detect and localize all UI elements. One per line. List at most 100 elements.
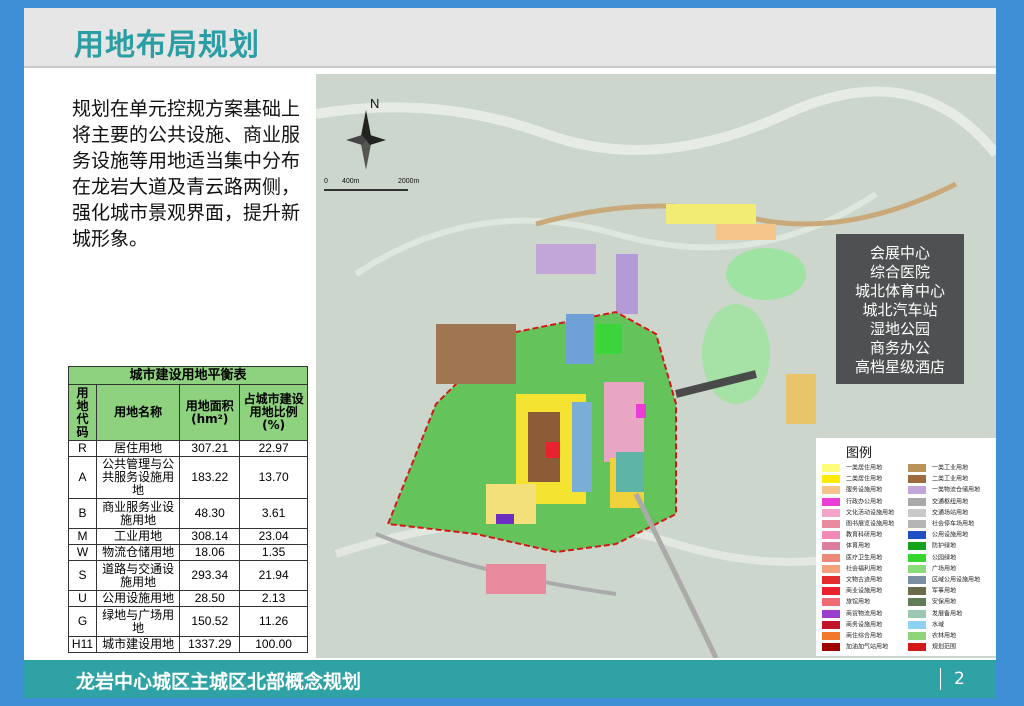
header-area: 用地面积(hm²) bbox=[179, 384, 241, 441]
legend-swatch bbox=[908, 632, 926, 640]
cell-area: 293.34 bbox=[179, 560, 241, 591]
cell-ratio: 11.26 bbox=[239, 606, 308, 637]
scale-label-0: 0 bbox=[324, 178, 328, 185]
cell-ratio: 21.94 bbox=[239, 560, 308, 591]
legend-swatch bbox=[822, 564, 840, 573]
callout-item: 会展中心 bbox=[869, 244, 930, 262]
cell-name: 物流仓储用地 bbox=[95, 544, 181, 561]
cell-code: A bbox=[68, 456, 97, 499]
legend-label: 广场用地 bbox=[932, 565, 957, 573]
legend-label: 一类居住用地 bbox=[846, 464, 883, 472]
legend-item: 社会停车场用地 bbox=[908, 520, 974, 532]
legend-swatch bbox=[822, 576, 840, 584]
cell-name: 绿地与广场用地 bbox=[95, 606, 181, 637]
legend-item: 防护绿地 bbox=[908, 542, 956, 554]
page-number: 2 bbox=[954, 669, 965, 689]
legend-item: 商贸物流用地 bbox=[822, 609, 883, 622]
legend-swatch bbox=[822, 609, 840, 618]
legend-label: 水域 bbox=[932, 621, 945, 629]
legend-item: 行政办公用地 bbox=[822, 497, 883, 510]
legend-swatch bbox=[908, 464, 926, 472]
legend-swatch bbox=[822, 464, 840, 472]
legend-item: 商业设施用地 bbox=[822, 587, 882, 599]
legend-swatch bbox=[822, 508, 840, 517]
legend-label: 军事用地 bbox=[932, 587, 957, 595]
page-title: 用地布局规划 bbox=[74, 28, 260, 63]
legend-swatch bbox=[822, 620, 840, 629]
legend-label: 文物古迹用地 bbox=[846, 576, 883, 584]
legend-swatch bbox=[822, 486, 840, 495]
cell-ratio: 2.13 bbox=[239, 590, 308, 607]
legend-swatch bbox=[908, 587, 926, 596]
map-legend: 图例 一类居住用地 二类居住用地 服务设施用地 行政办公用地 文化活动设施用地 图书展览设… bbox=[816, 438, 996, 656]
legend-swatch bbox=[908, 576, 926, 584]
cell-name: 公用设施用地 bbox=[95, 590, 181, 607]
cell-code: B bbox=[68, 498, 97, 529]
header-name: 用地名称 bbox=[95, 384, 181, 441]
table-row: M 工业用地 308.14 23.04 bbox=[68, 528, 308, 545]
legend-item: 二类居住用地 bbox=[822, 475, 882, 487]
legend-item: 公园绿地 bbox=[908, 553, 956, 566]
legend-swatch bbox=[822, 520, 840, 528]
legend-swatch bbox=[822, 542, 840, 551]
land-use-map: N 0 400m 2000m 会展中心 综合医院 城北体育中心 城北汽车站 湿地公园 商务… bbox=[316, 74, 996, 658]
callout-item: 综合医院 bbox=[869, 263, 930, 281]
legend-label: 社会停车场用地 bbox=[932, 520, 975, 528]
legend-item: 一类物流仓储用地 bbox=[908, 486, 980, 498]
legend-item: 教育科研用地 bbox=[822, 531, 882, 543]
legend-label: 社会福利用地 bbox=[846, 565, 883, 573]
legend-label: 交通枢纽用地 bbox=[932, 498, 969, 506]
cell-name: 工业用地 bbox=[95, 528, 181, 545]
slide: 用地布局规划 规划在单元控规方案基础上将主要的公共设施、商业服务设施等用地适当集… bbox=[24, 8, 996, 698]
legend-label: 商贸物流用地 bbox=[846, 610, 883, 618]
legend-label: 二类工业用地 bbox=[932, 475, 969, 483]
legend-swatch bbox=[908, 553, 926, 562]
cell-name: 商业服务业设施用地 bbox=[95, 498, 181, 529]
legend-swatch bbox=[908, 531, 926, 540]
legend-item: 区域公用设施用地 bbox=[908, 576, 980, 588]
cell-name: 公共管理与公共服务设施用地 bbox=[95, 456, 181, 499]
legend-swatch bbox=[822, 643, 840, 652]
header-code: 用地代码 bbox=[68, 384, 97, 441]
scale-label-2000: 2000m bbox=[398, 178, 420, 185]
callout-item: 高档星级酒店 bbox=[854, 358, 945, 376]
legend-label: 体育用地 bbox=[846, 542, 871, 550]
legend-label: 商住综合用地 bbox=[846, 632, 883, 640]
legend-swatch bbox=[822, 632, 840, 640]
legend-item: 文化活动设施用地 bbox=[822, 508, 895, 521]
legend-swatch bbox=[908, 475, 926, 484]
legend-item: 公用设施用地 bbox=[908, 531, 968, 543]
legend-item: 一类居住用地 bbox=[822, 464, 882, 476]
cell-area: 28.50 bbox=[179, 590, 241, 607]
legend-label: 防护绿地 bbox=[932, 542, 957, 550]
legend-label: 一类工业用地 bbox=[932, 464, 969, 472]
legend-label: 规划范围 bbox=[932, 643, 957, 651]
cell-area: 308.14 bbox=[179, 528, 241, 545]
legend-swatch bbox=[908, 520, 926, 528]
legend-item: 体育用地 bbox=[822, 542, 870, 554]
legend-item: 商住综合用地 bbox=[822, 632, 882, 644]
cell-code: U bbox=[68, 590, 97, 607]
legend-swatch bbox=[908, 609, 926, 618]
cell-ratio: 22.97 bbox=[239, 440, 308, 457]
legend-swatch bbox=[822, 497, 840, 506]
table-row: S 道路与交通设施用地 293.34 21.94 bbox=[68, 560, 308, 591]
legend-item: 图书展览设施用地 bbox=[822, 520, 894, 532]
legend-label: 加油加气站用地 bbox=[846, 643, 889, 651]
cell-name: 城市建设用地 bbox=[95, 636, 181, 653]
legend-label: 发展备用地 bbox=[932, 610, 963, 618]
legend-label: 行政办公用地 bbox=[846, 498, 883, 506]
table-row: R 居住用地 307.21 22.97 bbox=[68, 440, 308, 457]
footer-title: 龙岩中心城区主城区北部概念规划 bbox=[76, 671, 362, 693]
legend-item: 一类工业用地 bbox=[908, 464, 968, 476]
legend-item: 安保用地 bbox=[908, 598, 956, 610]
cell-area: 150.52 bbox=[179, 606, 241, 637]
table-row: B 商业服务业设施用地 48.30 3.61 bbox=[68, 498, 308, 529]
legend-item: 规划范围 bbox=[908, 643, 956, 655]
legend-swatch bbox=[908, 497, 926, 506]
cell-code: R bbox=[68, 440, 97, 457]
cell-ratio: 13.70 bbox=[239, 456, 308, 499]
legend-item: 文物古迹用地 bbox=[822, 576, 882, 588]
legend-label: 文化活动设施用地 bbox=[846, 509, 895, 517]
compass-icon: N bbox=[346, 96, 386, 170]
